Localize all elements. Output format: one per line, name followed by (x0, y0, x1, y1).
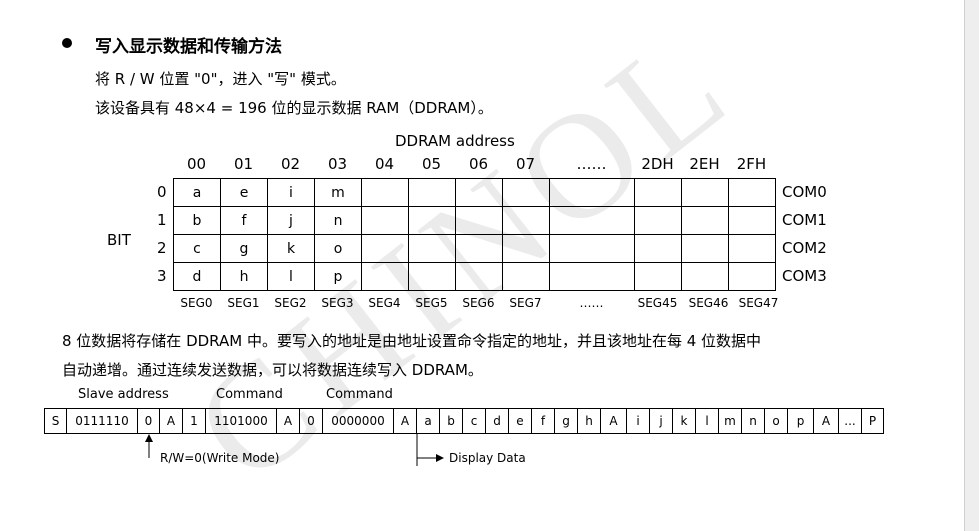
display-data-label: Display Data (449, 451, 526, 465)
display-data-arrow-icon (436, 454, 444, 462)
rw-arrow-icon (145, 434, 153, 442)
rw-note: R/W=0(Write Mode) (160, 451, 280, 465)
